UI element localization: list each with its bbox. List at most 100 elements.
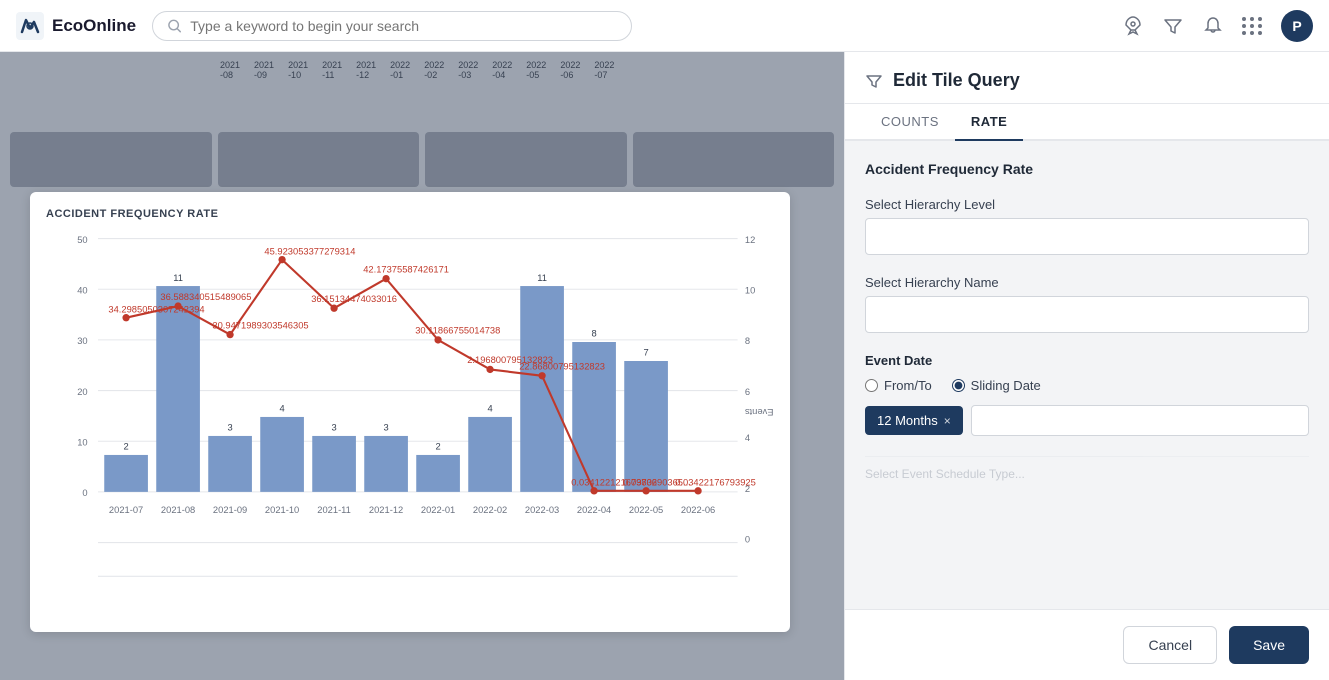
logo: EcoOnline	[16, 12, 136, 40]
section-title: Accident Frequency Rate	[865, 161, 1309, 177]
svg-text:42.17375587​42​6171: 42.17375587​42​6171	[363, 263, 449, 274]
filter-icon[interactable]	[1162, 15, 1184, 37]
svg-text:2022-06: 2022-06	[681, 504, 715, 515]
svg-text:40: 40	[77, 284, 87, 295]
svg-text:2: 2	[123, 441, 128, 452]
grid-icon[interactable]	[1242, 17, 1263, 35]
date-pill-row: 12 Months ×	[865, 405, 1309, 436]
event-date-label: Event Date	[865, 353, 1309, 368]
panel-tabs: COUNTS RATE	[845, 104, 1329, 141]
sliding-date-radio[interactable]	[952, 379, 965, 392]
svg-text:11: 11	[173, 272, 183, 283]
from-to-option[interactable]: From/To	[865, 378, 932, 393]
svg-text:2021-09: 2021-09	[213, 504, 247, 515]
svg-text:36.1513447​4033016: 36.1513447​4033016	[311, 293, 397, 304]
panel-body: Accident Frequency Rate Select Hierarchy…	[845, 141, 1329, 609]
svg-text:10: 10	[745, 284, 755, 295]
panel-title: Edit Tile Query	[893, 70, 1020, 91]
hierarchy-name-label: Select Hierarchy Name	[865, 275, 1309, 290]
tab-counts[interactable]: COUNTS	[865, 104, 955, 141]
svg-text:0: 0	[82, 487, 87, 498]
svg-text:0.034​2217​679​3925: 0.034​2217​679​3925	[675, 476, 756, 487]
panel-header: Edit Tile Query	[845, 52, 1329, 104]
svg-text:0: 0	[745, 533, 750, 544]
from-to-radio[interactable]	[865, 379, 878, 392]
svg-text:3: 3	[331, 422, 336, 433]
right-panel: Edit Tile Query COUNTS RATE Accident Fre…	[844, 52, 1329, 680]
save-button[interactable]: Save	[1229, 626, 1309, 664]
radio-group: From/To Sliding Date	[865, 378, 1309, 393]
next-section: Select Event Schedule Type...	[865, 456, 1309, 481]
svg-text:8: 8	[591, 328, 596, 339]
rocket-icon[interactable]	[1122, 15, 1144, 37]
svg-text:2021-07: 2021-07	[109, 504, 143, 515]
svg-text:8: 8	[745, 335, 750, 346]
svg-text:3: 3	[227, 422, 232, 433]
hierarchy-name-input[interactable]	[865, 296, 1309, 333]
search-input[interactable]	[190, 18, 617, 34]
svg-text:30: 30	[77, 335, 87, 346]
hierarchy-level-label: Select Hierarchy Level	[865, 197, 1309, 212]
svg-text:2022-03: 2022-03	[525, 504, 559, 515]
svg-text:11: 11	[537, 272, 547, 283]
hierarchy-level-input[interactable]	[865, 218, 1309, 255]
svg-text:3: 3	[383, 422, 388, 433]
svg-text:4: 4	[487, 403, 492, 414]
bell-icon[interactable]	[1202, 15, 1224, 37]
svg-text:4: 4	[279, 403, 284, 414]
svg-text:45.923053377279​314: 45.923053377279​314	[264, 245, 355, 256]
topnav: EcoOnline P	[0, 0, 1329, 52]
section-header: Accident Frequency Rate	[865, 161, 1309, 177]
tab-rate[interactable]: RATE	[955, 104, 1023, 141]
svg-text:50: 50	[77, 234, 87, 245]
chart-area: 50 40 30 20 10 0 12 10 8 6 4 2 0 All Eve…	[46, 228, 774, 608]
svg-text:7: 7	[643, 347, 648, 358]
date-pill-close[interactable]: ×	[944, 414, 951, 428]
from-to-label: From/To	[884, 378, 932, 393]
search-icon	[167, 18, 182, 34]
hierarchy-name-field: Select Hierarchy Name	[865, 275, 1309, 333]
svg-text:30.94719893​03546305: 30.94719893​03546305	[212, 319, 308, 330]
panel-footer: Cancel Save	[845, 609, 1329, 680]
search-bar[interactable]	[152, 11, 632, 41]
svg-text:2022-02: 2022-02	[473, 504, 507, 515]
filter-icon-panel	[865, 72, 883, 90]
chart-title: ACCIDENT FREQUENCY RATE	[46, 208, 774, 220]
date-input-inline[interactable]	[971, 405, 1309, 436]
svg-text:34.29850503072423​94: 34.29850503072423​94	[108, 303, 204, 314]
bg-cards-row	[0, 132, 844, 187]
svg-text:6: 6	[745, 386, 750, 397]
date-pill-text: 12 Months	[877, 413, 938, 428]
svg-text:2022-04: 2022-04	[577, 504, 611, 515]
svg-text:2021-12: 2021-12	[369, 504, 403, 515]
sliding-date-option[interactable]: Sliding Date	[952, 378, 1041, 393]
svg-text:All Events: All Events	[745, 407, 774, 418]
svg-text:2021-08: 2021-08	[161, 504, 195, 515]
logo-icon	[16, 12, 44, 40]
svg-text:36.5883405​15489065: 36.5883405​15489065	[160, 291, 251, 302]
svg-text:2: 2	[435, 441, 440, 452]
event-date-field: Event Date From/To Sliding Date 12 Month…	[865, 353, 1309, 436]
cancel-button[interactable]: Cancel	[1123, 626, 1217, 664]
nav-icons: P	[1122, 10, 1313, 42]
svg-text:4: 4	[745, 432, 750, 443]
svg-text:30.1186675501​4738: 30.1186675501​4738	[415, 324, 500, 335]
svg-text:20: 20	[77, 386, 87, 397]
svg-text:10: 10	[77, 436, 87, 447]
svg-text:2022-05: 2022-05	[629, 504, 663, 515]
chart-card: ACCIDENT FREQUENCY RATE 50 40 30	[30, 192, 790, 632]
svg-text:22.86800795132823: 22.86800795132823	[519, 360, 605, 371]
svg-text:12: 12	[745, 234, 755, 245]
svg-text:2021-11: 2021-11	[317, 504, 351, 515]
hierarchy-level-field: Select Hierarchy Level	[865, 197, 1309, 255]
avatar[interactable]: P	[1281, 10, 1313, 42]
bg-month-labels: 2021-08 2021-09 2021-10 2021-11 2021-12 …	[220, 60, 614, 80]
svg-text:2022-01: 2022-01	[421, 504, 455, 515]
svg-text:2021-10: 2021-10	[265, 504, 299, 515]
sliding-date-label: Sliding Date	[971, 378, 1041, 393]
logo-text: EcoOnline	[52, 16, 136, 36]
background-content: 2021-08 2021-09 2021-10 2021-11 2021-12 …	[0, 52, 844, 680]
date-pill[interactable]: 12 Months ×	[865, 406, 963, 435]
chart-svg: 50 40 30 20 10 0 12 10 8 6 4 2 0 All Eve…	[46, 228, 774, 608]
main-area: 2021-08 2021-09 2021-10 2021-11 2021-12 …	[0, 52, 1329, 680]
